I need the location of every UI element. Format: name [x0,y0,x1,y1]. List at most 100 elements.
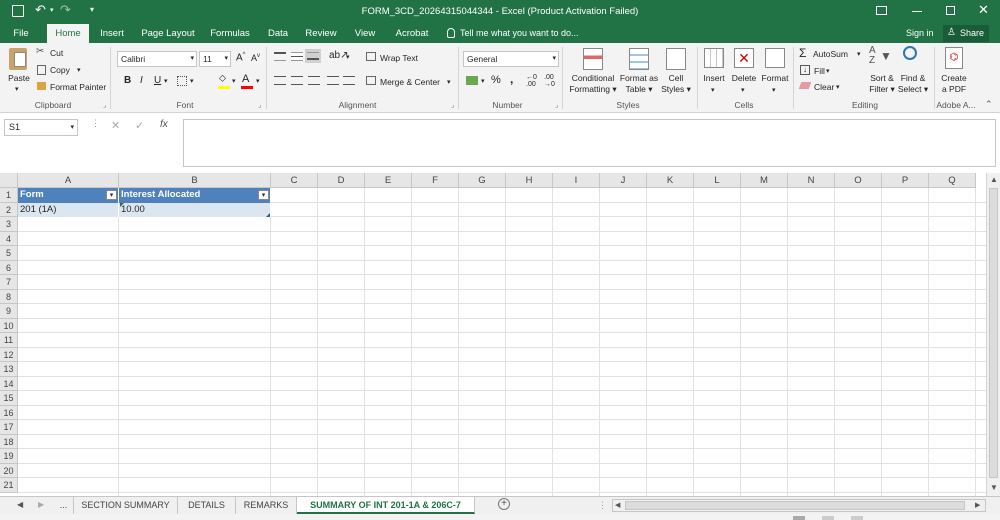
orientation-dropdown-icon[interactable]: ▾ [346,53,350,61]
cut-icon[interactable]: ✂ [36,46,44,57]
tab-data[interactable]: Data [262,24,294,43]
format-cells-icon[interactable] [765,48,785,68]
autosum-dropdown-icon[interactable]: ▾ [857,50,861,58]
ribbon-display-options-icon[interactable] [876,6,887,15]
underline-icon[interactable]: U [154,75,161,86]
font-size-select[interactable]: 11 ▾ [199,51,231,67]
share-button[interactable]: ♙ Share [943,25,989,42]
cut-button[interactable]: Cut [50,48,63,58]
row-header-20[interactable]: 20 [0,463,18,478]
filter-dropdown-icon[interactable]: ▾ [258,190,269,200]
copy-button[interactable]: Copy [50,65,70,75]
column-header-C[interactable]: C [271,173,318,188]
table-cell-form[interactable]: 201 (1A) [18,202,119,217]
column-header-H[interactable]: H [506,173,553,188]
bold-icon[interactable]: B [124,75,131,86]
paste-dropdown-icon[interactable]: ▾ [15,85,19,93]
tab-review[interactable]: Review [300,24,342,43]
merge-center-icon[interactable] [366,76,376,85]
next-sheet-icon[interactable]: ▶ [38,500,44,509]
column-header-L[interactable]: L [694,173,741,188]
minimize-icon[interactable] [912,11,922,12]
copy-icon[interactable] [37,65,46,75]
chevron-down-icon[interactable]: ▾ [70,120,74,135]
create-pdf-icon[interactable]: ⌬ [945,47,963,69]
table-resize-handle[interactable] [266,212,270,217]
scroll-right-icon[interactable]: ▶ [975,501,980,509]
confirm-entry-icon[interactable]: ✓ [135,119,144,132]
row-header-21[interactable]: 21 [0,478,18,493]
autosum-button[interactable]: AutoSum [813,49,848,59]
table-header-form[interactable]: Form [18,188,119,203]
sheet-tab-summary-of-int[interactable]: SUMMARY OF INT 201-1A & 206C-7 [297,497,475,514]
row-header-4[interactable]: 4 [0,231,18,246]
format-as-table-button[interactable]: Format as Table ▾ [616,73,662,95]
scroll-down-icon[interactable]: ▼ [990,483,998,492]
find-select-button[interactable]: Find & Select ▾ [894,73,932,95]
align-right-icon[interactable] [308,76,320,85]
name-box[interactable]: S1 ▾ [4,119,78,136]
sheet-tab-section-summary[interactable]: SECTION SUMMARY [74,497,178,514]
underline-dropdown-icon[interactable]: ▾ [164,77,168,85]
merge-center-button[interactable]: Merge & Center [380,77,440,87]
column-header-G[interactable]: G [459,173,506,188]
paste-icon[interactable] [9,48,27,70]
row-header-7[interactable]: 7 [0,275,18,290]
format-painter-icon[interactable] [37,82,46,90]
align-middle-icon[interactable] [291,52,303,61]
row-header-12[interactable]: 12 [0,347,18,362]
new-sheet-icon[interactable]: + [498,498,510,510]
table-cell-interest-allocated[interactable]: 10.00 [119,202,271,217]
font-color-dropdown-icon[interactable]: ▾ [256,77,260,85]
tab-home[interactable]: Home [47,24,89,43]
clipboard-launcher-icon[interactable]: ⌟ [103,101,106,109]
decrease-indent-icon[interactable] [327,76,339,85]
format-as-table-icon[interactable] [629,48,649,70]
wrap-text-button[interactable]: Wrap Text [380,53,418,63]
font-color-icon[interactable]: A [242,73,249,85]
italic-icon[interactable]: I [140,75,143,86]
sign-in-link[interactable]: Sign in [906,28,934,38]
column-header-E[interactable]: E [365,173,412,188]
formula-input[interactable] [183,119,996,167]
align-top-icon[interactable] [274,52,286,61]
format-painter-button[interactable]: Format Painter [50,82,106,92]
column-header-Q[interactable]: Q [929,173,976,188]
row-header-11[interactable]: 11 [0,333,18,348]
column-header-M[interactable]: M [741,173,788,188]
insert-cells-icon[interactable] [704,48,724,68]
delete-cells-button[interactable]: Delete [728,73,760,84]
clear-icon[interactable] [798,82,812,89]
scroll-up-icon[interactable]: ▲ [990,175,998,184]
select-all-corner[interactable] [0,173,18,188]
row-header-5[interactable]: 5 [0,246,18,261]
row-header-16[interactable]: 16 [0,405,18,420]
comma-style-icon[interactable]: , [510,72,513,86]
column-header-D[interactable]: D [318,173,365,188]
column-header-F[interactable]: F [412,173,459,188]
row-header-3[interactable]: 3 [0,217,18,232]
horizontal-scrollbar[interactable]: ◀ ▶ [612,499,986,512]
delete-dropdown-icon[interactable]: ▾ [741,86,745,94]
scroll-thumb[interactable] [989,188,998,478]
alignment-launcher-icon[interactable]: ⌟ [451,101,454,109]
decrease-font-icon[interactable]: Av [251,53,260,63]
row-header-2[interactable]: 2 [0,202,18,217]
tab-formulas[interactable]: Formulas [204,24,256,43]
funnel-icon[interactable]: ▼ [880,49,892,63]
percent-style-icon[interactable]: % [491,74,501,86]
insert-dropdown-icon[interactable]: ▾ [711,86,715,94]
vertical-scrollbar[interactable]: ▲ ▼ [986,173,1000,496]
copy-dropdown-icon[interactable]: ▾ [77,66,81,74]
number-launcher-icon[interactable]: ⌟ [555,101,558,109]
row-header-9[interactable]: 9 [0,304,18,319]
collapse-ribbon-icon[interactable]: ⌃ [985,99,993,110]
conditional-formatting-button[interactable]: Conditional Formatting ▾ [564,73,622,95]
insert-function-icon[interactable]: fx [160,119,168,130]
column-header-I[interactable]: I [553,173,600,188]
table-header-interest-allocated[interactable]: Interest Allocated [119,188,271,203]
number-format-select[interactable]: General ▾ [463,51,559,67]
row-header-18[interactable]: 18 [0,434,18,449]
scroll-left-icon[interactable]: ◀ [615,501,620,509]
fill-color-icon[interactable]: ⬦ [219,73,226,84]
